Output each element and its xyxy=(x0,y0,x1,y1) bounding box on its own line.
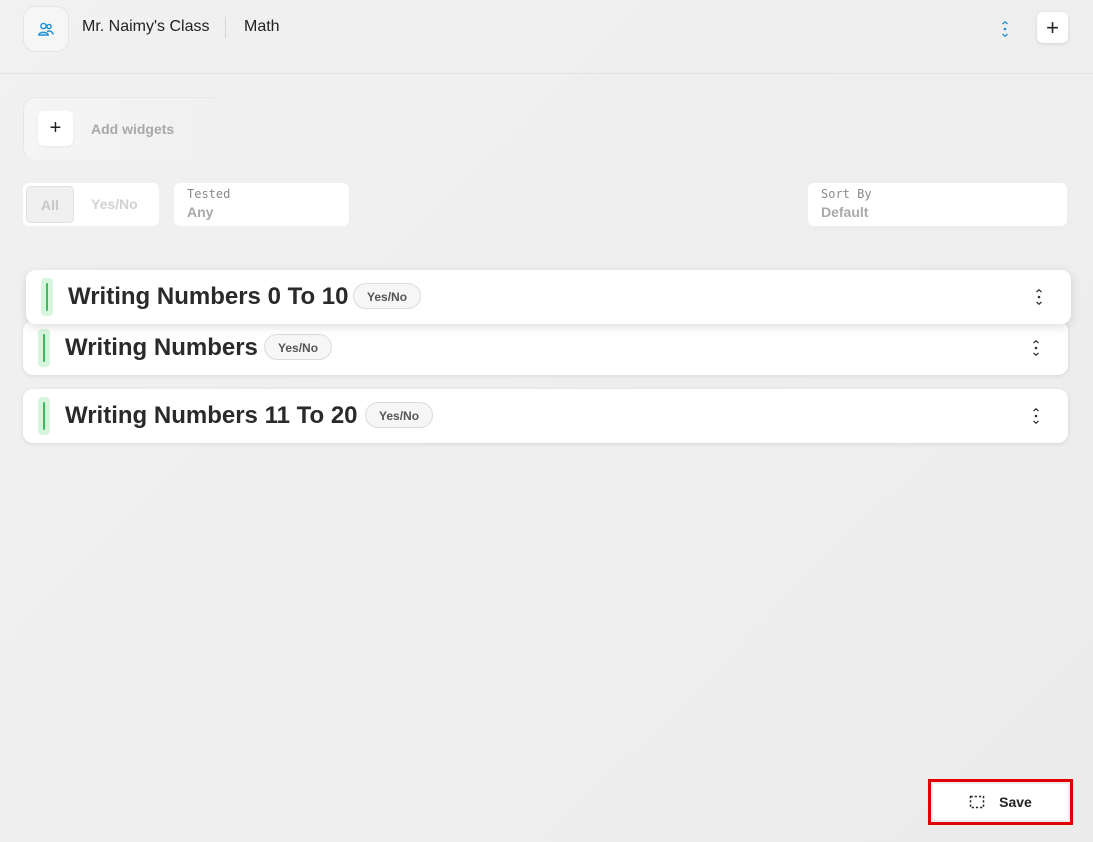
tested-filter-label: Tested xyxy=(187,187,231,201)
list-item[interactable]: Writing Numbers 11 To 20 Yes/No xyxy=(23,389,1068,443)
save-button[interactable]: Save xyxy=(933,784,1068,820)
vertical-dots-icon xyxy=(1036,289,1042,305)
item-menu-button[interactable] xyxy=(1031,339,1041,357)
item-menu-button[interactable] xyxy=(1031,407,1041,425)
item-menu-button[interactable] xyxy=(1034,288,1044,306)
tested-filter-value: Any xyxy=(187,204,214,220)
selection-icon xyxy=(969,795,985,809)
people-icon xyxy=(38,22,54,36)
filter-all-tab[interactable]: All xyxy=(26,186,74,223)
item-type-badge: Yes/No xyxy=(264,334,333,360)
item-type-badge: Yes/No xyxy=(353,283,422,309)
add-widgets-area: + Add widgets xyxy=(23,97,224,160)
add-button[interactable]: + xyxy=(1037,12,1068,43)
save-button-label: Save xyxy=(999,794,1032,810)
top-header: Mr. Naimy's Class Math + xyxy=(0,0,1093,74)
vertical-dots-icon xyxy=(1033,408,1039,424)
class-name[interactable]: Mr. Naimy's Class xyxy=(82,18,210,36)
sort-by-value: Default xyxy=(821,204,869,220)
class-icon-button[interactable] xyxy=(23,6,69,52)
filter-yes-no-tab[interactable]: Yes/No xyxy=(91,196,138,212)
subject-name[interactable]: Math xyxy=(244,18,280,36)
list-item-dragging[interactable]: Writing Numbers 0 To 10 Yes/No xyxy=(26,270,1071,324)
sort-by-label: Sort By xyxy=(821,187,872,201)
list-item[interactable]: Writing Numbers Yes/No xyxy=(23,321,1068,375)
item-type-badge: Yes/No xyxy=(365,402,434,428)
item-title: Writing Numbers 11 To 20 xyxy=(65,402,358,429)
sort-by-select[interactable]: Sort By Default xyxy=(808,183,1067,226)
vertical-dots-icon xyxy=(1002,21,1008,37)
status-indicator xyxy=(38,329,50,367)
type-filter-segment: All Yes/No xyxy=(23,183,159,226)
item-title: Writing Numbers 0 To 10 xyxy=(68,283,349,310)
status-indicator xyxy=(41,278,53,316)
header-menu-button[interactable] xyxy=(998,20,1012,38)
add-widgets-button[interactable]: + xyxy=(38,111,73,146)
vertical-dots-icon xyxy=(1033,340,1039,356)
item-title: Writing Numbers xyxy=(65,334,258,361)
status-indicator xyxy=(38,397,50,435)
tested-filter-select[interactable]: Tested Any xyxy=(174,183,349,226)
header-divider xyxy=(225,17,226,38)
add-widgets-label[interactable]: Add widgets xyxy=(91,121,174,137)
